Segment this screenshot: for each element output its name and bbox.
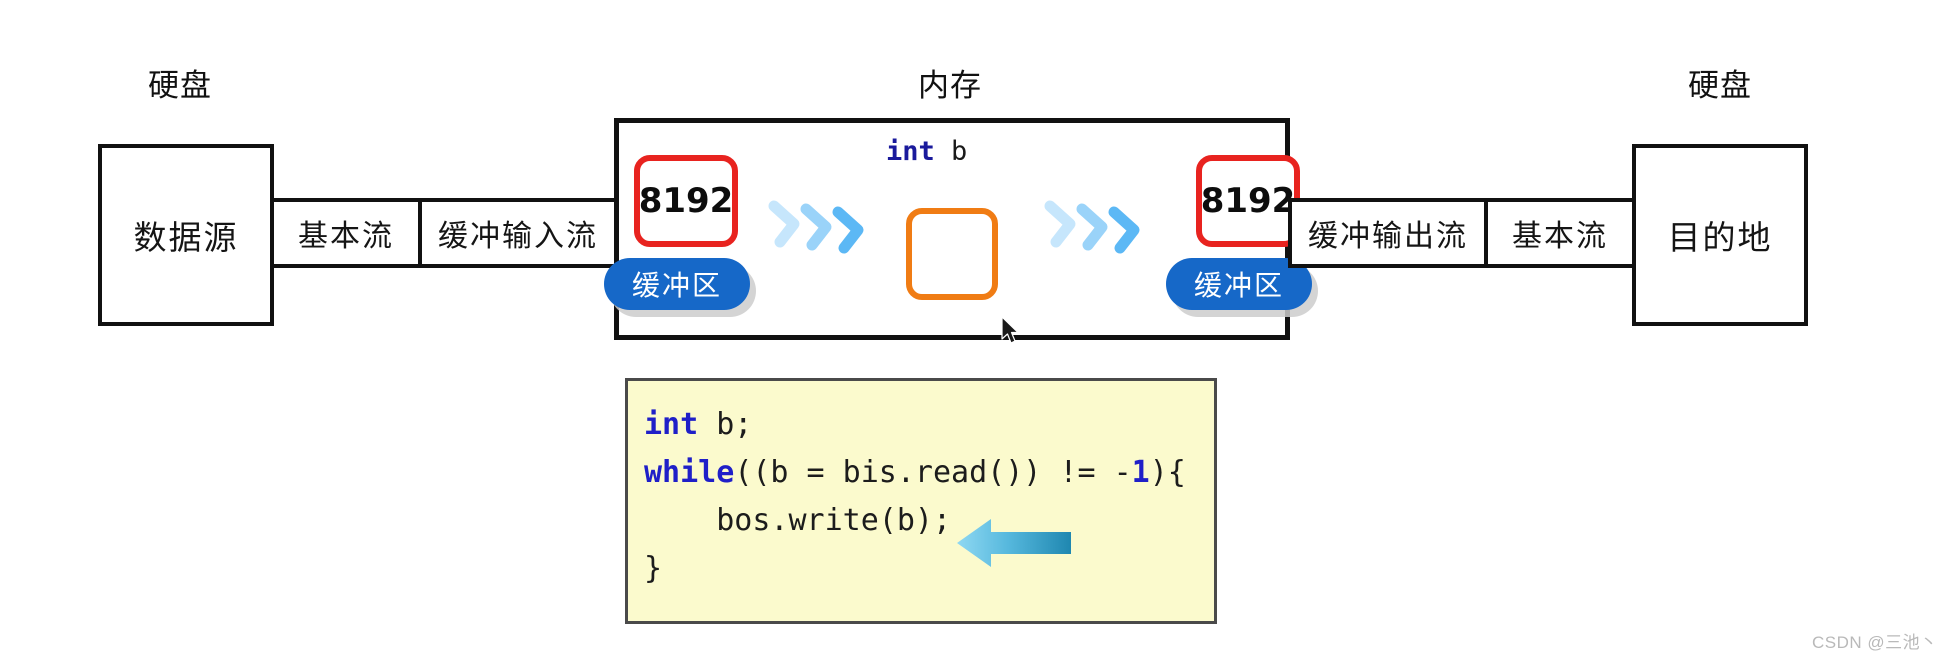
output-buffer-size-chip: 8192 [1196, 155, 1300, 247]
diagram-canvas: 硬盘 内存 硬盘 数据源 基本流 缓冲输入流 8192 缓冲区 int b 81… [0, 0, 1940, 662]
data-source-box: 数据源 [98, 144, 274, 326]
output-buffer-size-value: 8192 [1200, 181, 1296, 221]
variable-value-box [906, 208, 998, 300]
arrow-left-icon [957, 519, 1071, 567]
left-stream-buffered-input: 缓冲输入流 [418, 198, 618, 268]
code-token: 1 [1131, 455, 1150, 490]
left-stream-buffered-input-label: 缓冲输入流 [438, 220, 598, 253]
caption-memory: 内存 [918, 68, 982, 103]
data-source-label: 数据源 [133, 219, 239, 256]
code-token: } [644, 551, 663, 586]
left-stream-basic: 基本流 [270, 198, 422, 268]
left-stream-basic-label: 基本流 [298, 220, 394, 253]
right-stream-buffered-output-label: 缓冲输出流 [1308, 220, 1468, 253]
code-token: ((b = bis.read()) != - [734, 455, 1132, 490]
destination-label: 目的地 [1667, 219, 1773, 256]
code-line: while((b = bis.read()) != -1){ [644, 449, 1214, 497]
code-token: b; [698, 407, 753, 442]
input-buffer-size-chip: 8192 [634, 155, 738, 247]
right-stream-basic-label: 基本流 [1512, 220, 1608, 253]
code-token: int [644, 407, 699, 442]
caption-left-disk: 硬盘 [148, 68, 212, 103]
output-buffer-pill-label: 缓冲区 [1193, 270, 1284, 301]
code-token: while [644, 455, 735, 490]
code-token: ){ [1149, 455, 1186, 490]
code-line: int b; [644, 401, 1214, 449]
destination-box: 目的地 [1632, 144, 1808, 326]
variable-type-label: int b [886, 136, 1046, 167]
watermark: CSDN @三池丶 [1812, 633, 1938, 652]
input-buffer-pill: 缓冲区 [604, 258, 750, 310]
input-buffer-size-value: 8192 [638, 181, 734, 221]
right-stream-buffered-output: 缓冲输出流 [1288, 198, 1488, 268]
right-stream-basic: 基本流 [1484, 198, 1636, 268]
highlight-arrow [955, 516, 1073, 570]
variable-name: b [951, 136, 968, 167]
code-panel: int b; while((b = bis.read()) != -1){ bo… [625, 378, 1217, 624]
code-line: bos.write(b); [644, 497, 1214, 545]
code-line: } [644, 545, 1214, 593]
code-token: bos.write(b); [644, 503, 952, 538]
input-buffer-pill-label: 缓冲区 [631, 270, 722, 301]
caption-right-disk: 硬盘 [1688, 68, 1752, 103]
variable-type-keyword: int [886, 136, 935, 167]
